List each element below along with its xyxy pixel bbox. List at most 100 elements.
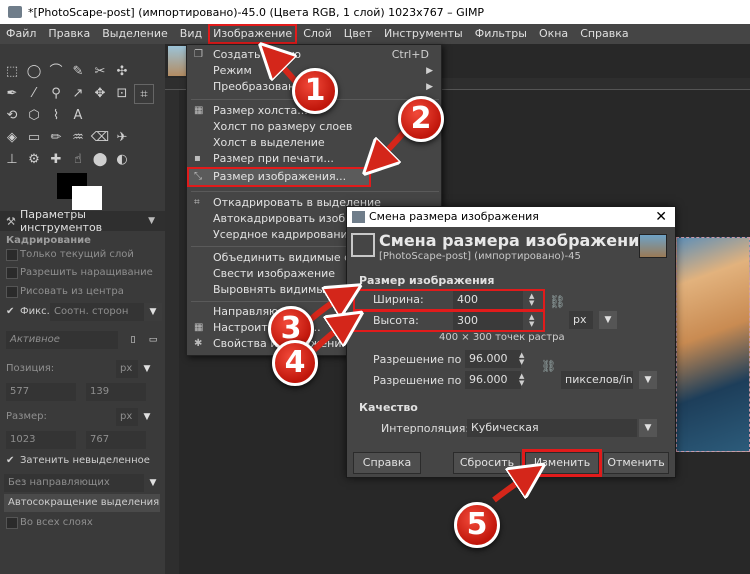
menu-file[interactable]: Файл bbox=[0, 24, 42, 44]
res-y-field[interactable]: 96.000 bbox=[465, 371, 521, 389]
menu-tools[interactable]: Инструменты bbox=[378, 24, 469, 44]
crop-icon[interactable]: ⌗ bbox=[134, 84, 154, 104]
menu-color[interactable]: Цвет bbox=[338, 24, 378, 44]
heal-icon[interactable]: ✚ bbox=[46, 150, 66, 170]
zoom-icon[interactable]: ⚲ bbox=[46, 84, 66, 104]
size-h-field[interactable]: 767 bbox=[86, 431, 146, 449]
darken-check-icon[interactable]: ✔ bbox=[6, 455, 14, 466]
airbrush-icon[interactable]: ✈ bbox=[112, 128, 132, 148]
chain-link-icon[interactable]: ⛓ bbox=[549, 295, 566, 310]
reset-button[interactable]: Сбросить bbox=[453, 452, 521, 474]
size-unit-chevron-icon[interactable]: ▼ bbox=[599, 311, 617, 329]
from-center-checkbox[interactable] bbox=[6, 286, 18, 298]
fixed-mode-chevron-icon[interactable]: ▼ bbox=[144, 303, 162, 321]
aspect-landscape-icon[interactable]: ▭ bbox=[144, 331, 162, 349]
close-icon[interactable]: ✕ bbox=[655, 207, 667, 227]
fuzzy-select-icon[interactable]: ✎ bbox=[68, 62, 88, 82]
clone-icon[interactable]: ⚙ bbox=[24, 150, 44, 170]
interpolation-chevron-icon[interactable]: ▼ bbox=[639, 419, 657, 437]
rotate-icon[interactable]: ⟲ bbox=[2, 106, 22, 126]
width-field[interactable]: 400 bbox=[453, 291, 523, 309]
menu-item-print-size[interactable]: ▪ Размер при печати... bbox=[187, 151, 441, 167]
image-tab-thumbnail[interactable] bbox=[168, 46, 186, 76]
fixed-checkbox-check-icon[interactable]: ✔ bbox=[6, 306, 14, 317]
position-x-field[interactable]: 577 bbox=[6, 383, 76, 401]
scissors-icon[interactable]: ✂ bbox=[90, 62, 110, 82]
res-x-field[interactable]: 96.000 bbox=[465, 350, 521, 368]
size-unit-select[interactable]: px bbox=[116, 408, 138, 426]
size-unit-select[interactable]: px bbox=[569, 311, 593, 329]
eraser-icon[interactable]: ⌫ bbox=[90, 128, 110, 148]
menu-item-label: Холст в выделение bbox=[213, 136, 325, 149]
menu-item-canvas-to-selection[interactable]: Холст в выделение bbox=[187, 135, 441, 151]
measure-icon[interactable]: ↗ bbox=[68, 84, 88, 104]
ellipse-select-icon[interactable]: ◯ bbox=[24, 62, 44, 82]
warp-icon[interactable]: ⌇ bbox=[46, 106, 66, 126]
pencil-icon[interactable]: ✏ bbox=[46, 128, 66, 148]
smudge-icon[interactable]: ☝ bbox=[68, 150, 88, 170]
interpolation-select[interactable]: Кубическая bbox=[467, 419, 637, 437]
background-color-swatch[interactable] bbox=[72, 186, 102, 210]
position-y-field[interactable]: 139 bbox=[86, 383, 146, 401]
res-x-spin-icon[interactable]: ▲ ▼ bbox=[519, 352, 524, 366]
foreground-select-icon[interactable]: ✣ bbox=[112, 62, 132, 82]
paintbrush-icon[interactable]: ♒ bbox=[68, 128, 88, 148]
menu-edit[interactable]: Правка bbox=[42, 24, 96, 44]
move-icon[interactable]: ✥ bbox=[90, 84, 110, 104]
res-unit-chevron-icon[interactable]: ▼ bbox=[639, 371, 657, 389]
aspect-value-field[interactable]: Активное bbox=[6, 331, 118, 349]
ink-icon[interactable]: ⊥ bbox=[2, 150, 22, 170]
color-picker-icon[interactable]: ⁄ bbox=[24, 84, 44, 104]
align-icon[interactable]: ⊡ bbox=[112, 84, 132, 104]
fixed-label: Фикс.: bbox=[20, 306, 54, 317]
position-label: Позиция: bbox=[6, 363, 55, 374]
pixel-info: 400 × 300 точек растра bbox=[439, 332, 565, 343]
help-button[interactable]: Справка bbox=[353, 452, 421, 474]
size-w-field[interactable]: 1023 bbox=[6, 431, 76, 449]
allow-growing-checkbox[interactable] bbox=[6, 267, 18, 279]
menu-item-duplicate[interactable]: ❐ Создать копию Ctrl+D bbox=[187, 47, 441, 63]
canvas-image[interactable] bbox=[676, 237, 750, 452]
all-layers-checkbox[interactable] bbox=[6, 517, 18, 529]
menu-select[interactable]: Выделение bbox=[96, 24, 174, 44]
cancel-button[interactable]: Отменить bbox=[603, 452, 669, 474]
scale-header-icon bbox=[351, 233, 375, 257]
res-chain-icon[interactable]: ⛓ bbox=[541, 359, 556, 373]
resize-button[interactable]: Изменить bbox=[522, 449, 602, 477]
dodge-burn-icon[interactable]: ⬤ bbox=[90, 150, 110, 170]
menu-filters[interactable]: Фильтры bbox=[469, 24, 533, 44]
only-current-layer-checkbox[interactable] bbox=[6, 249, 18, 261]
menu-windows[interactable]: Окна bbox=[533, 24, 574, 44]
menu-layer[interactable]: Слой bbox=[297, 24, 338, 44]
size-unit-chevron-icon[interactable]: ▼ bbox=[138, 408, 156, 426]
blur-icon[interactable]: ◐ bbox=[112, 150, 132, 170]
free-select-icon[interactable]: ⌒ bbox=[46, 62, 66, 82]
bucket-fill-icon[interactable]: ◈ bbox=[2, 128, 22, 148]
menu-item-label: Размер холста... bbox=[213, 104, 308, 117]
menu-view[interactable]: Вид bbox=[174, 24, 208, 44]
height-field[interactable]: 300 bbox=[453, 312, 523, 330]
position-unit-chevron-icon[interactable]: ▼ bbox=[138, 360, 156, 378]
grid-icon: ▦ bbox=[194, 322, 204, 333]
paths-icon[interactable]: ✒ bbox=[2, 84, 22, 104]
properties-icon: ✱ bbox=[194, 338, 203, 349]
aspect-portrait-icon[interactable]: ▯ bbox=[124, 331, 142, 349]
res-y-spin-icon[interactable]: ▲ ▼ bbox=[519, 373, 524, 387]
gradient-icon[interactable]: ▭ bbox=[24, 128, 44, 148]
tab-menu-chevron-icon[interactable]: ▼ bbox=[148, 216, 155, 226]
fixed-mode-select[interactable]: Соотн. сторон bbox=[50, 303, 145, 321]
menu-item-scale-image[interactable]: ⤡ Размер изображения... bbox=[187, 167, 371, 187]
auto-shrink-button[interactable]: Автосокращение выделения bbox=[4, 494, 160, 512]
tool-options-tab[interactable]: ⚒ Параметры инструментов ▼ bbox=[0, 208, 165, 234]
menu-help[interactable]: Справка bbox=[574, 24, 634, 44]
rect-select-icon[interactable]: ⬚ bbox=[2, 62, 22, 82]
text-icon[interactable]: A bbox=[68, 106, 88, 126]
height-spin-icon[interactable]: ▲ ▼ bbox=[529, 314, 534, 328]
width-spin-icon[interactable]: ▲ ▼ bbox=[529, 293, 534, 307]
position-unit-select[interactable]: px bbox=[116, 360, 138, 378]
cage-icon[interactable]: ⬡ bbox=[24, 106, 44, 126]
menu-image[interactable]: Изображение bbox=[208, 24, 298, 44]
guides-select[interactable]: Без направляющих bbox=[4, 474, 144, 492]
res-unit-select[interactable]: пикселов/in bbox=[561, 371, 633, 389]
guides-chevron-icon[interactable]: ▼ bbox=[144, 474, 162, 492]
